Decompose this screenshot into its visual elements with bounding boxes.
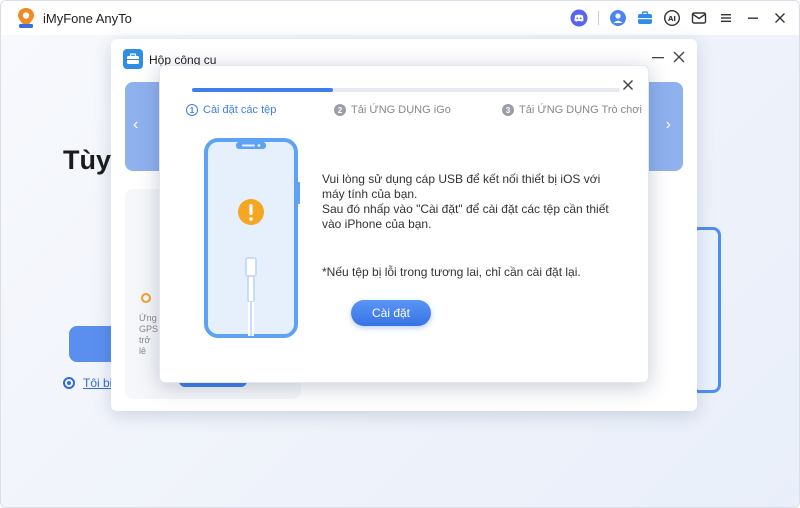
chevron-left-icon[interactable]: ‹ [133,116,138,134]
tool-card-text: Ứng GPS trở lê [139,313,159,356]
agreement-link[interactable]: Tôi bi [83,376,113,390]
chevron-right-icon[interactable]: › [666,116,671,134]
dialog-close-icon[interactable] [620,77,636,93]
toolbox-minimize-icon[interactable] [651,49,665,65]
install-button[interactable]: Cài đặt [351,300,431,326]
iphone-usb-illustration [202,138,300,338]
step-2-label: Tải ỨNG DỤNG iGo [351,104,451,116]
reinstall-note: *Nếu tệp bị lỗi trong tương lai, chỉ cần… [322,265,581,279]
ai-icon[interactable]: AI [663,9,681,27]
minimize-icon[interactable] [744,9,762,27]
step-3-number: 3 [502,104,514,116]
user-icon[interactable] [609,9,627,27]
close-icon[interactable] [771,9,789,27]
app-logo [15,7,37,29]
instruction-line-2: Sau đó nhấp vào "Cài đặt" để cài đặt các… [322,202,609,231]
location-icon [141,293,151,303]
step-2: 2 Tải ỨNG DỤNG iGo [334,104,451,116]
toolbox-icon[interactable] [636,9,654,27]
svg-text:AI: AI [668,15,676,23]
app-title: iMyFone AnyTo [43,11,132,26]
step-2-number: 2 [334,104,346,116]
title-bar: iMyFone AnyTo AI [1,1,799,35]
toolbox-title-icon [123,49,143,69]
titlebar-separator [598,11,599,25]
agreement-radio[interactable] [63,377,75,389]
step-1-number: 1 [186,104,198,116]
discord-icon[interactable] [570,9,588,27]
mail-icon[interactable] [690,9,708,27]
step-1: 1 Cài đặt các tệp [186,104,276,116]
titlebar-controls: AI [570,8,789,28]
step-indicator: 1 Cài đặt các tệp 2 Tải ỨNG DỤNG iGo 3 T… [186,104,642,120]
toolbox-close-icon[interactable] [671,49,687,65]
install-progress-bar [192,88,620,92]
menu-icon[interactable] [717,9,735,27]
step-3: 3 Tải ỨNG DỤNG Trò chơi [502,104,642,116]
instruction-line-1: Vui lòng sử dụng cáp USB để kết nối thiế… [322,172,601,201]
install-dialog: 1 Cài đặt các tệp 2 Tải ỨNG DỤNG iGo 3 T… [159,65,649,383]
install-instructions: Vui lòng sử dụng cáp USB để kết nối thiế… [322,172,622,232]
step-1-label: Cài đặt các tệp [203,104,277,116]
step-3-label: Tải ỨNG DỤNG Trò chơi [519,104,642,116]
app-window: iMyFone AnyTo AI Tùy Tôi bi Hộp công cụ … [0,0,800,508]
install-progress-fill [192,88,334,92]
